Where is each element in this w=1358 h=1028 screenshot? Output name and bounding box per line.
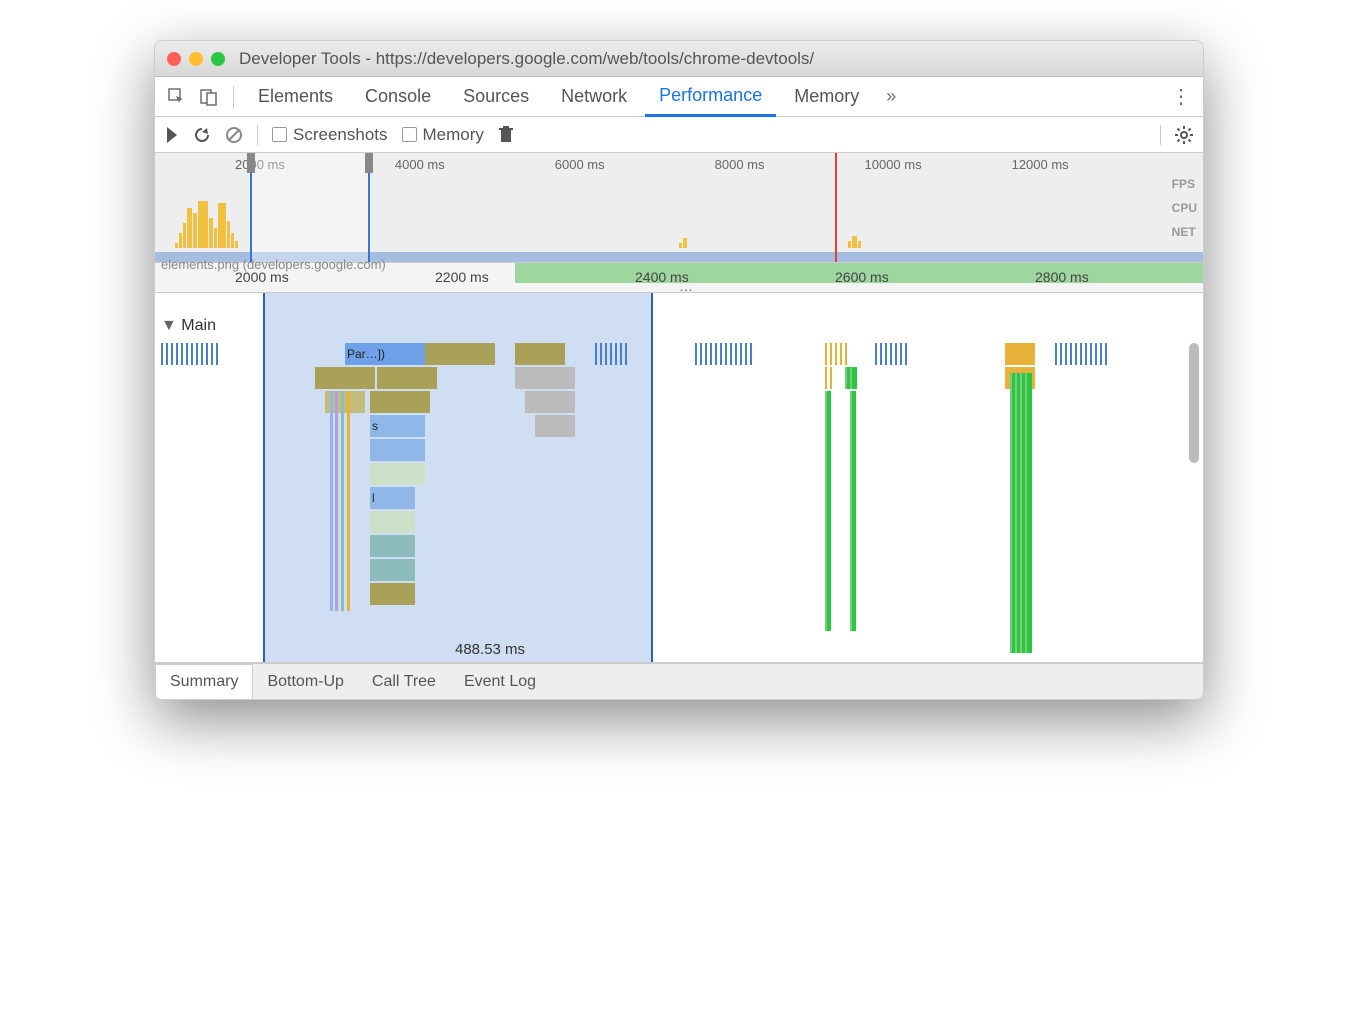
tab-call-tree[interactable]: Call Tree <box>358 664 450 700</box>
flame-block[interactable] <box>377 367 437 389</box>
tab-summary[interactable]: Summary <box>155 664 253 700</box>
flame-block[interactable] <box>370 583 415 605</box>
flame-block[interactable] <box>370 559 415 581</box>
more-tabs-icon[interactable]: » <box>877 83 905 111</box>
separator <box>257 125 258 145</box>
task-stripes <box>825 367 835 389</box>
titlebar[interactable]: Developer Tools - https://developers.goo… <box>155 41 1203 77</box>
flame-chart[interactable]: Main 488.53 ms Par…]) <box>155 293 1203 663</box>
ellipsis: … <box>679 278 693 294</box>
clear-icon[interactable] <box>225 126 243 144</box>
window-title: Developer Tools - https://developers.goo… <box>239 49 814 69</box>
timeline-ruler[interactable]: elements.png (developers.google.com) 200… <box>155 263 1203 293</box>
tab-bottom-up[interactable]: Bottom-Up <box>253 664 357 700</box>
separator <box>1160 125 1161 145</box>
track-main-label[interactable]: Main <box>161 317 216 335</box>
flame-stripe <box>330 391 333 611</box>
flame-block[interactable] <box>1005 343 1035 365</box>
selection-handle-right[interactable] <box>365 153 373 173</box>
tab-network[interactable]: Network <box>547 77 641 117</box>
window-controls <box>167 52 225 66</box>
zoom-icon[interactable] <box>211 52 225 66</box>
trash-icon[interactable] <box>498 126 514 144</box>
flame-block[interactable] <box>370 439 425 461</box>
flame-block-l[interactable]: l <box>370 487 415 509</box>
screenshots-checkbox[interactable]: Screenshots <box>272 125 388 145</box>
overview-chart[interactable]: 2000 ms 4000 ms 6000 ms 8000 ms 10000 ms… <box>155 153 1203 263</box>
record-icon[interactable] <box>165 127 179 143</box>
selection-duration: 488.53 ms <box>455 641 525 658</box>
separator <box>233 86 234 108</box>
devtools-window: Developer Tools - https://developers.goo… <box>154 40 1204 700</box>
selection-handle-left[interactable] <box>247 153 255 173</box>
settings-icon[interactable] <box>1175 126 1193 144</box>
scrollbar[interactable] <box>1189 343 1199 463</box>
task-stripes <box>1055 343 1165 365</box>
kebab-menu-icon[interactable]: ⋮ <box>1167 83 1195 111</box>
tab-event-log[interactable]: Event Log <box>450 664 550 700</box>
panel-tabs: Elements Console Sources Network Perform… <box>155 77 1203 117</box>
minimize-icon[interactable] <box>189 52 203 66</box>
flame-stripe <box>341 391 344 611</box>
flame-block[interactable] <box>315 367 375 389</box>
screenshots-label: Screenshots <box>293 125 388 145</box>
flame-stripe <box>347 391 350 611</box>
overview-selection[interactable] <box>250 153 370 262</box>
perf-toolbar: Screenshots Memory <box>155 117 1203 153</box>
device-toggle-icon[interactable] <box>195 83 223 111</box>
flame-block[interactable] <box>525 391 575 413</box>
flame-stripe <box>335 391 338 611</box>
flame-block[interactable] <box>515 367 575 389</box>
tab-memory[interactable]: Memory <box>780 77 873 117</box>
flame-block-s[interactable]: s <box>370 415 425 437</box>
task-stripes <box>845 367 857 389</box>
flame-block[interactable] <box>535 415 575 437</box>
reload-icon[interactable] <box>193 126 211 144</box>
flame-block[interactable] <box>370 391 430 413</box>
tab-elements[interactable]: Elements <box>244 77 347 117</box>
tab-sources[interactable]: Sources <box>449 77 543 117</box>
memory-label: Memory <box>423 125 484 145</box>
tab-performance[interactable]: Performance <box>645 77 776 117</box>
flame-block[interactable] <box>370 511 415 533</box>
close-icon[interactable] <box>167 52 181 66</box>
flame-block[interactable] <box>370 535 415 557</box>
memory-checkbox[interactable]: Memory <box>402 125 484 145</box>
inspect-icon[interactable] <box>163 83 191 111</box>
details-tabs: Summary Bottom-Up Call Tree Event Log <box>155 663 1203 699</box>
tab-console[interactable]: Console <box>351 77 445 117</box>
flame-block[interactable] <box>370 463 425 485</box>
marker-line <box>835 153 837 262</box>
